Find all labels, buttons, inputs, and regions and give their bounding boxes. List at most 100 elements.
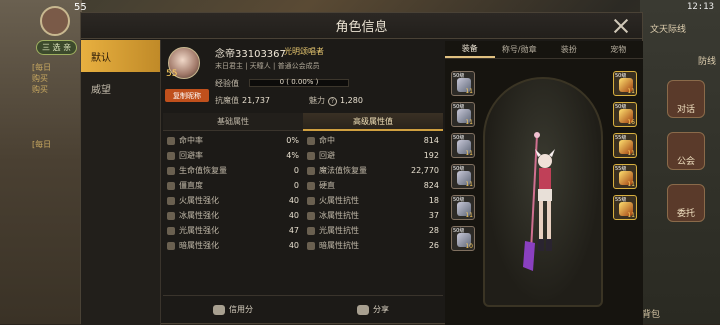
equipment-enhance: 11 [465,119,473,126]
equipment-enhance: 11 [627,88,635,95]
left-gear-column: 50级11 50级11 50级11 50级11 50级11 50级10 [451,71,475,251]
stat-icon [307,197,315,205]
tab-default[interactable]: 默认 [81,40,160,72]
basic-stat-cell: 生命值恢复量0 [163,165,303,176]
equipment-slot[interactable]: 50级11 [451,102,475,127]
equipment-slot[interactable]: 55级11 [613,195,637,220]
outer-avatar[interactable] [40,6,70,36]
stat-icon [167,212,175,220]
stat-value: 824 [424,181,439,190]
stat-label: 僵直度 [179,180,294,191]
tab-pet[interactable]: 宠物 [594,41,644,58]
stat-value: 26 [429,241,439,250]
character-name: 念帝33103367 [215,45,286,60]
character-level: 55 [166,69,177,79]
right-top-label[interactable]: 文天际线 [650,22,686,35]
stats-row: 冰属性强化40冰属性抗性37 [163,208,443,223]
stats-row: 光属性强化47光属性抗性28 [163,223,443,238]
credit-score-label: 信用分 [229,304,253,315]
tab-advanced-stats[interactable]: 高级属性值 [303,113,443,131]
stat-icon [167,242,175,250]
stat-value: 192 [424,151,439,160]
equipment-slot[interactable]: 55级11 [613,164,637,189]
stats-row: 暗属性强化40暗属性抗性26 [163,238,443,253]
basic-stat-cell: 冰属性强化40 [163,210,303,221]
stat-label: 命中 [319,135,424,146]
tab-prestige[interactable]: 威望 [81,72,160,104]
stat-value: 28 [429,226,439,235]
basic-stat-cell: 火属性强化40 [163,195,303,206]
stats-row: 火属性强化40火属性抗性18 [163,193,443,208]
tab-titles-medals[interactable]: 称号/勋章 [495,41,545,58]
panel-titlebar: 角色信息 [81,13,642,39]
equipment-slot[interactable]: 50级11 [451,71,475,96]
advanced-stat-cell: 命中814 [303,135,443,146]
tab-costume[interactable]: 装扮 [544,41,594,58]
equipment-slot[interactable]: 50级11 [451,195,475,220]
equipment-slot[interactable]: 55级11 [613,133,637,158]
stat-value: 37 [429,211,439,220]
stat-label: 火属性强化 [179,195,289,206]
commission-menu-button[interactable]: 委托 [667,184,705,222]
stat-label: 暗属性抗性 [319,240,429,251]
character-stats-area: 55 复制昵称 念帝33103367 光明颂唱者 末日君主 | 天瞳人 | 普通… [163,41,443,325]
equipment-slot[interactable]: 50级10 [451,226,475,251]
advanced-stat-cell: 硬直824 [303,180,443,191]
stat-icon [167,137,175,145]
basic-stat-cell: 僵直度0 [163,180,303,191]
side-note: 购买 [32,73,51,84]
equipment-slot[interactable]: 50级16 [613,102,637,127]
equipment-enhance: 11 [627,150,635,157]
stat-icon [167,152,175,160]
advanced-stat-cell: 光属性抗性28 [303,225,443,236]
status-time: 12:13 [687,2,714,12]
outer-tag-chip[interactable]: 三 选 亲 [36,40,77,55]
stat-label: 光属性抗性 [319,225,429,236]
stat-icon [307,167,315,175]
stats-row: 回避率4%回避192 [163,148,443,163]
equipment-slot[interactable]: 50级11 [613,71,637,96]
side-note: [每日 [32,139,51,150]
guild-menu-button[interactable]: 公会 [667,132,705,170]
stat-value: 22,770 [411,166,439,175]
stat-value: 40 [289,196,299,205]
credit-score-button[interactable]: 信用分 [163,304,303,315]
right-gear-column: 50级11 50级16 55级11 55级11 55级11 [613,71,637,220]
tab-basic-stats[interactable]: 基础属性 [163,113,303,131]
equipment-tabs: 装备 称号/勋章 装扮 宠物 [445,41,643,59]
help-icon[interactable]: ? [328,97,337,106]
side-note: [每日 [32,62,51,73]
basic-stat-cell: 回避率4% [163,150,303,161]
charm-value: 1,280 [340,96,363,105]
advanced-stat-cell: 回避192 [303,150,443,161]
stat-label: 火属性抗性 [319,195,429,206]
character-figure[interactable] [523,131,563,281]
basic-stat-cell: 光属性强化47 [163,225,303,236]
right-top-label-2[interactable]: 防线 [698,54,716,67]
stat-value: 4% [286,151,299,160]
equipment-enhance: 11 [465,212,473,219]
stat-value: 0% [286,136,299,145]
share-button[interactable]: 分享 [303,304,443,315]
character-info-panel: 角色信息 默认 威望 55 复制昵称 念帝33103367 光明颂唱者 末日君主… [80,12,643,324]
people-icon [213,305,225,315]
backpack-button[interactable]: 背包 [642,307,660,320]
equipment-slot[interactable]: 50级11 [451,164,475,189]
stat-value: 47 [289,226,299,235]
dialog-menu-button[interactable]: 对话 [667,80,705,118]
tab-equipment[interactable]: 装备 [445,41,495,58]
stat-value: 0 [294,181,299,190]
stat-label: 魔法值恢复量 [319,165,411,176]
stat-value: 40 [289,241,299,250]
copy-nickname-button[interactable]: 复制昵称 [165,89,209,102]
stat-icon [307,182,315,190]
character-title: 光明颂唱者 [284,46,324,57]
bottom-action-bar: 信用分 分享 [163,295,443,323]
right-side-menu: 对话 公会 委托 [660,80,712,222]
profile-header: 55 复制昵称 念帝33103367 光明颂唱者 末日君主 | 天瞳人 | 普通… [163,41,443,111]
close-icon[interactable] [612,17,630,35]
stat-label: 回避率 [179,150,286,161]
equipment-slot[interactable]: 50级11 [451,133,475,158]
stat-icon [307,227,315,235]
stat-icon [307,152,315,160]
